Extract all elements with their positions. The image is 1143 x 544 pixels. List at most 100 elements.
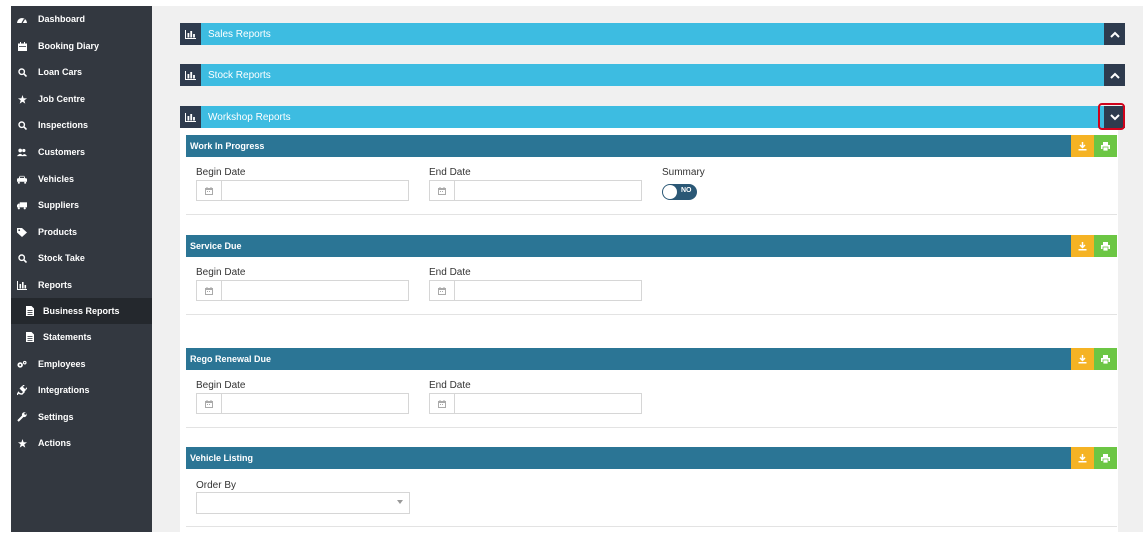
search-icon xyxy=(17,120,27,130)
sidebar-item-label: Loan Cars xyxy=(38,67,83,77)
star-icon xyxy=(17,94,27,104)
print-button[interactable] xyxy=(1094,348,1117,370)
sidebar-item-label: Customers xyxy=(38,147,86,157)
calendar-icon xyxy=(17,41,27,51)
download-button[interactable] xyxy=(1071,135,1094,157)
sidebar-item-label: Business Reports xyxy=(43,306,120,316)
download-button[interactable] xyxy=(1071,348,1094,370)
panel-sales-reports[interactable]: Sales Reports xyxy=(180,23,1125,45)
star-icon xyxy=(17,438,27,448)
sidebar-item-dashboard[interactable]: Dashboard xyxy=(11,6,152,32)
report-title: Service Due xyxy=(190,241,242,251)
service-due-begin-date-field[interactable] xyxy=(196,280,409,301)
bar-chart-icon xyxy=(180,64,201,86)
chevron-up-icon[interactable] xyxy=(1104,23,1125,45)
sidebar-item-reports[interactable]: Reports xyxy=(11,272,152,298)
date-input[interactable] xyxy=(455,281,641,300)
sidebar-item-label: Products xyxy=(38,227,78,237)
order-by-select[interactable] xyxy=(196,492,410,514)
truck-icon xyxy=(17,201,27,210)
report-header-work-in-progress: Work In Progress xyxy=(186,135,1117,157)
end-date-label: End Date xyxy=(429,380,471,391)
sidebar-item-business-reports[interactable]: Business Reports xyxy=(11,298,152,324)
print-button[interactable] xyxy=(1094,235,1117,257)
divider xyxy=(186,526,1117,527)
sidebar-item-job-centre[interactable]: Job Centre xyxy=(11,86,152,112)
report-header-rego-renewal-due: Rego Renewal Due xyxy=(186,348,1117,370)
report-header-vehicle-listing: Vehicle Listing xyxy=(186,447,1117,469)
sidebar-item-label: Statements xyxy=(43,332,92,342)
wip-end-date-field[interactable] xyxy=(429,180,642,201)
summary-toggle[interactable]: NO xyxy=(662,184,697,200)
plug-icon xyxy=(17,385,27,395)
sidebar-item-label: Dashboard xyxy=(38,14,86,24)
sidebar-item-actions[interactable]: Actions xyxy=(11,430,152,456)
search-icon xyxy=(17,253,27,263)
sidebar-item-label: Settings xyxy=(38,412,74,422)
download-button[interactable] xyxy=(1071,447,1094,469)
sidebar-item-label: Actions xyxy=(38,438,72,448)
chevron-down-icon xyxy=(397,500,403,504)
users-icon xyxy=(17,148,27,157)
bar-chart-icon xyxy=(180,106,201,128)
date-input[interactable] xyxy=(455,394,641,413)
sidebar-item-label: Suppliers xyxy=(38,200,80,210)
divider xyxy=(186,427,1117,428)
sidebar-item-label: Vehicles xyxy=(38,174,75,184)
report-header-service-due: Service Due xyxy=(186,235,1117,257)
calendar-icon xyxy=(197,181,222,200)
divider xyxy=(186,214,1117,215)
wip-begin-date-field[interactable] xyxy=(196,180,409,201)
sidebar-item-label: Inspections xyxy=(38,120,89,130)
print-button[interactable] xyxy=(1094,447,1117,469)
sidebar-item-employees[interactable]: Employees xyxy=(11,351,152,377)
sidebar-item-label: Integrations xyxy=(38,385,90,395)
calendar-icon xyxy=(430,181,455,200)
search-icon xyxy=(17,67,27,77)
sidebar: Dashboard Booking Diary Loan Cars Job Ce… xyxy=(11,6,152,532)
sidebar-item-vehicles[interactable]: Vehicles xyxy=(11,166,152,192)
bar-chart-icon xyxy=(180,23,201,45)
sidebar-item-label: Stock Take xyxy=(38,253,85,263)
sidebar-item-suppliers[interactable]: Suppliers xyxy=(11,192,152,218)
calendar-icon xyxy=(197,281,222,300)
sidebar-item-integrations[interactable]: Integrations xyxy=(11,377,152,403)
panel-stock-reports[interactable]: Stock Reports xyxy=(180,64,1125,86)
sidebar-item-label: Booking Diary xyxy=(38,41,100,51)
begin-date-label: Begin Date xyxy=(196,380,246,391)
panel-title: Workshop Reports xyxy=(208,111,291,123)
print-button[interactable] xyxy=(1094,135,1117,157)
calendar-icon xyxy=(430,394,455,413)
rego-end-date-field[interactable] xyxy=(429,393,642,414)
calendar-icon xyxy=(430,281,455,300)
sidebar-item-customers[interactable]: Customers xyxy=(11,139,152,165)
sidebar-item-loan-cars[interactable]: Loan Cars xyxy=(11,59,152,85)
highlight-box xyxy=(1098,103,1125,130)
bar-chart-icon xyxy=(17,280,27,290)
panel-title: Stock Reports xyxy=(208,69,271,81)
report-title: Rego Renewal Due xyxy=(190,354,272,364)
download-button[interactable] xyxy=(1071,235,1094,257)
panel-workshop-reports[interactable]: Workshop Reports xyxy=(180,106,1125,128)
date-input[interactable] xyxy=(222,281,408,300)
panel-title: Sales Reports xyxy=(208,28,271,40)
service-due-end-date-field[interactable] xyxy=(429,280,642,301)
date-input[interactable] xyxy=(455,181,641,200)
sidebar-item-products[interactable]: Products xyxy=(11,219,152,245)
chevron-up-icon[interactable] xyxy=(1104,64,1125,86)
rego-begin-date-field[interactable] xyxy=(196,393,409,414)
date-input[interactable] xyxy=(222,181,408,200)
end-date-label: End Date xyxy=(429,167,471,178)
sidebar-item-label: Employees xyxy=(38,359,86,369)
sidebar-item-booking-diary[interactable]: Booking Diary xyxy=(11,33,152,59)
sidebar-item-statements[interactable]: Statements xyxy=(11,324,152,350)
sidebar-item-label: Reports xyxy=(38,280,73,290)
toggle-state-text: NO xyxy=(681,187,692,194)
date-input[interactable] xyxy=(222,394,408,413)
sidebar-item-stock-take[interactable]: Stock Take xyxy=(11,245,152,271)
sidebar-item-inspections[interactable]: Inspections xyxy=(11,112,152,138)
sidebar-item-label: Job Centre xyxy=(38,94,86,104)
begin-date-label: Begin Date xyxy=(196,267,246,278)
order-by-label: Order By xyxy=(196,480,237,491)
sidebar-item-settings[interactable]: Settings xyxy=(11,404,152,430)
